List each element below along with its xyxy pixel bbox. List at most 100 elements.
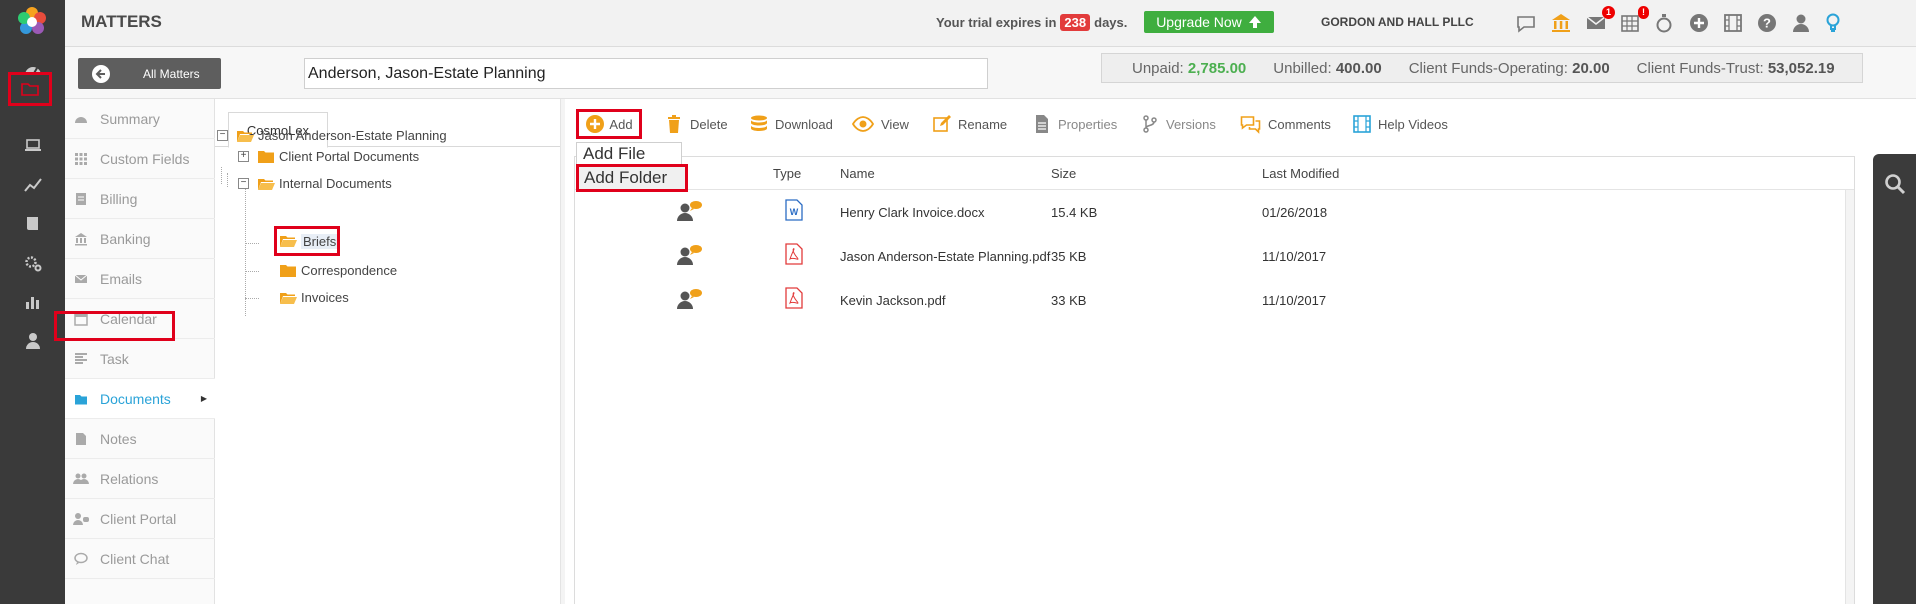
upgrade-now-button[interactable]: Upgrade Now [1144,11,1274,33]
collapse-icon[interactable]: − [217,130,228,141]
column-header-size[interactable]: Size [1051,166,1076,181]
grid-scrollbar[interactable] [1845,190,1854,604]
documents-grid: Type Name Size Last Modified W Henry Cla… [574,156,1855,604]
expand-icon[interactable]: + [238,151,249,162]
table-row[interactable]: W Henry Clark Invoice.docx 15.4 KB 01/26… [575,191,1854,235]
table-row[interactable]: Kevin Jackson.pdf 33 KB 11/10/2017 [575,279,1854,323]
cosmolex-logo[interactable] [14,4,50,40]
arrow-up-icon [1248,16,1261,28]
rail-laptop-icon[interactable] [0,128,65,164]
menu-item-label: Client Portal [100,510,177,527]
versions-button[interactable]: Versions [1140,109,1216,139]
menu-item-label: Client Chat [100,550,170,567]
file-name[interactable]: Kevin Jackson.pdf [840,293,946,308]
menu-item-calendar[interactable]: Calendar [65,299,215,339]
menu-item-task[interactable]: Task [65,339,215,379]
menu-item-billing[interactable]: Billing [65,179,215,219]
matter-subheader: All Matters Unpaid: 2,785.00 Unbilled: 4… [65,47,1916,99]
menu-item-relations[interactable]: Relations [65,459,215,499]
trial-notice: Your trial expires in 238 days. [936,14,1127,31]
portal-icon [71,512,91,526]
menu-item-client-chat[interactable]: Client Chat [65,539,215,579]
tree-node-briefs[interactable]: Briefs [274,226,340,256]
menu-item-banking[interactable]: Banking [65,219,215,259]
tree-node-root[interactable]: − Jason Anderson-Estate Planning [217,128,447,143]
menu-item-documents[interactable]: Documents ▶ [65,379,215,419]
menu-item-emails[interactable]: Emails [65,259,215,299]
menu-item-notes[interactable]: Notes [65,419,215,459]
file-modified: 01/26/2018 [1262,205,1328,220]
back-arrow-icon [92,64,110,83]
folder-open-icon [280,236,297,247]
menu-item-client-portal[interactable]: Client Portal [65,499,215,539]
help-videos-button[interactable]: Help Videos [1352,109,1448,139]
tree-node-client-portal[interactable]: + Client Portal Documents [238,149,419,164]
calendar-grid-icon[interactable]: ! [1617,6,1649,36]
folder-open-icon [280,292,297,304]
people-icon [71,472,91,486]
add-file-option[interactable]: Add File [576,142,682,164]
tree-node-internal-documents[interactable]: − Internal Documents [238,176,392,191]
bank-icon[interactable] [1548,10,1574,36]
rail-settings-gears-icon[interactable] [0,245,65,281]
download-button[interactable]: Download [749,109,833,139]
file-size: 35 KB [1051,249,1087,264]
tree-node-correspondence[interactable]: Correspondence [279,263,397,278]
delete-button[interactable]: Delete [664,109,728,139]
app-rail [0,0,65,604]
file-name[interactable]: Jason Anderson-Estate Planning.pdf [840,249,1050,264]
column-header-name[interactable]: Name [840,166,875,181]
add-plus-circle-icon[interactable] [1686,10,1712,36]
rail-book-icon[interactable] [0,206,65,242]
help-question-icon[interactable]: ? [1754,10,1780,36]
tree-node-label: Correspondence [301,263,398,278]
properties-button[interactable]: Properties [1032,109,1117,139]
svg-text:W: W [790,207,799,217]
operating-value: 20.00 [1572,59,1610,77]
column-header-last-modified[interactable]: Last Modified [1262,166,1339,181]
collapse-icon[interactable]: − [238,178,249,189]
upgrade-label: Upgrade Now [1156,14,1242,30]
tree-node-invoices[interactable]: Invoices [279,290,349,305]
note-icon [71,432,91,446]
add-label: Add [609,116,633,132]
menu-item-custom-fields[interactable]: Custom Fields [65,139,215,179]
rename-button[interactable]: Rename [932,109,1007,139]
user-profile-icon[interactable] [1788,10,1814,36]
messages-envelope-icon[interactable]: 1 [1583,6,1615,36]
rail-matters-folder-icon[interactable] [8,72,52,106]
rail-reports-chart-icon[interactable] [0,167,65,203]
matter-module-menu: Summary Custom Fields Billing Banking Em… [54,99,215,604]
trial-prefix: Your trial expires in [936,15,1057,30]
timer-stopwatch-icon[interactable] [1651,10,1677,36]
file-size: 15.4 KB [1051,205,1098,220]
database-download-icon [751,115,767,131]
help-videos-label: Help Videos [1378,116,1448,132]
menu-item-summary[interactable]: Summary [65,99,215,139]
menu-item-label: Summary [100,110,160,127]
matter-selector-input[interactable] [304,58,988,89]
folder-tree-panel: CosmoLex − Jason Anderson-Estate Plannin… [215,99,560,604]
chat-bubble-icon[interactable] [1513,10,1539,36]
operating-balance: Client Funds-Operating: 20.00 [1408,59,1610,77]
lightbulb-icon[interactable] [1820,10,1846,36]
all-matters-button[interactable]: All Matters [78,58,221,89]
rail-user-icon[interactable] [0,323,65,359]
trial-suffix: days. [1094,15,1128,30]
unbilled-value: 400.00 [1335,59,1382,77]
file-name[interactable]: Henry Clark Invoice.docx [840,205,985,220]
eye-icon [851,116,875,132]
comments-button[interactable]: Comments [1239,109,1331,139]
search-icon[interactable] [1883,172,1907,196]
view-button[interactable]: View [851,109,909,139]
client-share-user-icon [677,245,702,265]
menu-item-label: Calendar [100,310,157,327]
add-folder-option[interactable]: Add Folder [576,164,688,192]
file-modified: 11/10/2017 [1262,293,1327,308]
add-button[interactable]: Add [576,109,642,139]
video-film-icon[interactable] [1720,10,1746,36]
column-header-type[interactable]: Type [773,166,801,181]
documents-toolbar: Add Delete Download View Rename Properti… [565,109,1880,139]
table-row[interactable]: Jason Anderson-Estate Planning.pdf 35 KB… [575,235,1854,279]
rail-bar-chart-icon[interactable] [0,284,65,320]
